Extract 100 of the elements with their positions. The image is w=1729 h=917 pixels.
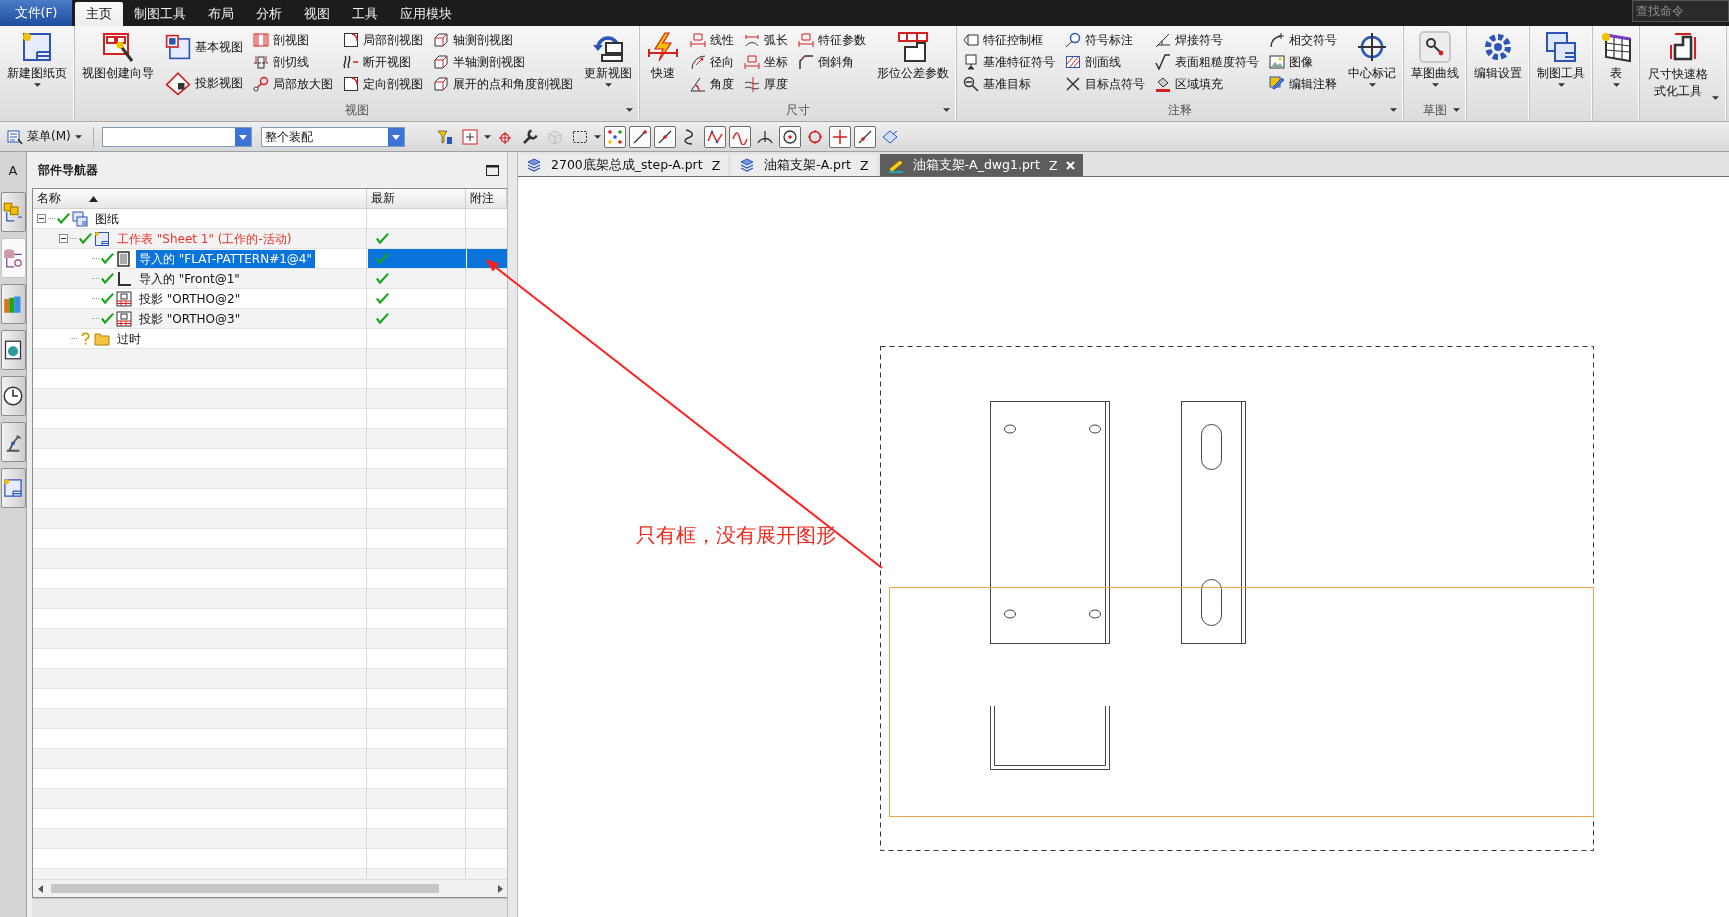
ribbon-tab[interactable]: 主页 [75, 2, 123, 26]
ribbon-button[interactable]: 局部剖视图 [341, 29, 425, 51]
tree-label[interactable]: 图纸 [92, 209, 122, 228]
caret-icon[interactable] [593, 134, 601, 139]
toolbar-button[interactable] [728, 125, 751, 148]
ribbon-button[interactable]: 断开视图 [341, 51, 425, 73]
collapse-icon[interactable] [37, 214, 46, 223]
toolbar-button[interactable] [778, 125, 801, 148]
ribbon-button[interactable]: 形位公差参数 [874, 28, 952, 80]
ribbon-button[interactable]: 新建图纸页 [4, 28, 70, 87]
ribbon-button[interactable]: 区域填充 [1153, 73, 1261, 95]
ribbon-button[interactable]: 投影视图 [163, 65, 245, 101]
ribbon-tab[interactable]: 制图工具 [123, 2, 197, 26]
ribbon-button[interactable]: 径向 [688, 51, 736, 73]
tree-label[interactable]: 导入的 "Front@1" [136, 269, 243, 288]
ribbon-button[interactable]: 表 [1597, 28, 1635, 87]
close-icon[interactable] [1066, 160, 1076, 170]
collapse-icon[interactable] [59, 234, 68, 243]
lightning-icon [647, 31, 679, 63]
tree-label[interactable]: 导入的 "FLAT-PATTERN#1@4" [136, 249, 315, 268]
ribbon-button[interactable]: 角度 [688, 73, 736, 95]
sheet-icon [21, 31, 53, 63]
dots-icon [606, 128, 623, 145]
maximize-icon[interactable] [486, 164, 499, 176]
resource-tab[interactable] [0, 422, 26, 462]
ribbon-button[interactable]: 剖切线 [251, 51, 335, 73]
document-tab[interactable]: 2700底架总成_step-A.prt Z [518, 154, 729, 176]
tree-row[interactable]: 导入的 "FLAT-PATTERN#1@4" [33, 249, 507, 269]
tree-label[interactable]: 投影 "ORTHO@2" [136, 289, 244, 308]
ribbon-button[interactable]: 草图曲线 [1408, 28, 1462, 87]
column-header[interactable]: 名称 [33, 189, 367, 208]
ribbon-button[interactable]: 轴测剖视图 [431, 29, 575, 51]
ribbon-button[interactable]: 坐标 [742, 51, 790, 73]
ribbon-button[interactable]: 线性 [688, 29, 736, 51]
search-field[interactable]: 查找命令 [1632, 0, 1729, 22]
tree-row[interactable]: 过时 [33, 329, 507, 349]
caret-icon[interactable] [626, 107, 633, 112]
section-icon [253, 32, 269, 48]
tree-row[interactable]: 图纸 [33, 209, 507, 229]
ribbon-button[interactable]: 快速 [644, 28, 682, 80]
ribbon-button[interactable]: 剖视图 [251, 29, 335, 51]
ribbon-button[interactable]: 中心标记 [1345, 28, 1399, 87]
ribbon-button[interactable]: 基准特征符号 [961, 51, 1057, 73]
tree-label[interactable]: 投影 "ORTHO@3" [136, 309, 244, 328]
caret-icon[interactable] [943, 107, 950, 112]
toolbar-button[interactable] [628, 125, 651, 148]
file-menu[interactable]: 文件(F) [0, 0, 72, 26]
ribbon-button[interactable]: 图像 [1267, 51, 1339, 73]
ribbon-button[interactable]: 视图创建向导 [79, 28, 157, 80]
ribbon-button[interactable]: 符号标注 [1063, 29, 1147, 51]
ribbon-button[interactable]: 编辑注释 [1267, 73, 1339, 95]
ribbon-button[interactable]: 弧长 [742, 29, 790, 51]
caret-icon[interactable] [483, 134, 491, 139]
ribbon-button[interactable]: 相交符号 [1267, 29, 1339, 51]
ribbon-button[interactable]: 特征控制框 [961, 29, 1057, 51]
ribbon-button[interactable]: 基准目标 [961, 73, 1057, 95]
ribbon-button[interactable]: 厚度 [742, 73, 790, 95]
toolbar-button[interactable] [703, 125, 726, 148]
tree-row[interactable]: 投影 "ORTHO@3" [33, 309, 507, 329]
document-tab[interactable]: 油箱支架-A_dwg1.prt Z [879, 154, 1084, 176]
ribbon-button[interactable]: 目标点符号 [1063, 73, 1147, 95]
toolbar-button[interactable] [653, 125, 676, 148]
ribbon-button[interactable]: 编辑设置 [1471, 28, 1525, 80]
resource-tab[interactable] [0, 376, 26, 416]
ribbon-button[interactable]: 焊接符号 [1153, 29, 1261, 51]
ribbon-tab[interactable]: 工具 [341, 2, 389, 26]
tree-row[interactable]: 导入的 "Front@1" [33, 269, 507, 289]
ribbon-button[interactable]: 基本视图 [163, 29, 245, 65]
ribbon-button[interactable]: 制图工具 [1534, 28, 1588, 87]
menu-button[interactable]: 菜单(M) [4, 128, 85, 145]
ribbon-button[interactable]: 局部放大图 [251, 73, 335, 95]
caret-icon[interactable] [1453, 107, 1460, 112]
tree-label[interactable]: 过时 [114, 329, 144, 348]
toolbar-button[interactable] [603, 125, 626, 148]
tree-row[interactable]: 投影 "ORTHO@2" [33, 289, 507, 309]
ribbon-button[interactable]: 表面粗糙度符号 [1153, 51, 1261, 73]
ribbon-button[interactable]: 倒斜角 [796, 51, 868, 73]
ribbon-button[interactable]: 更新视图 [581, 28, 635, 87]
dropdown-field[interactable] [101, 126, 252, 147]
scrollbar-thumb[interactable] [51, 884, 439, 893]
ribbon-tab[interactable]: 应用模块 [389, 2, 463, 26]
dropdown-field[interactable]: 整个装配 [260, 126, 405, 147]
toolbar-button[interactable] [828, 125, 851, 148]
ribbon-button[interactable]: 剖面线 [1063, 51, 1147, 73]
ribbon-button[interactable]: 半轴测剖视图 [431, 51, 575, 73]
toolbar-button[interactable] [853, 125, 876, 148]
resource-tab[interactable] [0, 330, 26, 370]
ribbon-button[interactable]: 展开的点和角度剖视图 [431, 73, 575, 95]
ribbon-button[interactable]: 特征参数 [796, 29, 868, 51]
ribbon-button[interactable]: 定向剖视图 [341, 73, 425, 95]
column-header[interactable]: 最新 [367, 189, 466, 208]
ribbon-tab[interactable]: 布局 [197, 2, 245, 26]
horizontal-scrollbar[interactable] [33, 879, 507, 897]
note-pencil-icon [1269, 76, 1285, 92]
ribbon-tab[interactable]: 分析 [245, 2, 293, 26]
ribbon-button[interactable]: 尺寸快速格式化工具 [1644, 28, 1722, 100]
tree-label[interactable]: 工作表 "Sheet 1" (工作的-活动) [114, 229, 295, 248]
document-tab[interactable]: 油箱支架-A.prt Z [731, 154, 877, 176]
ribbon-tab[interactable]: 视图 [293, 2, 341, 26]
caret-icon[interactable] [1390, 107, 1397, 112]
